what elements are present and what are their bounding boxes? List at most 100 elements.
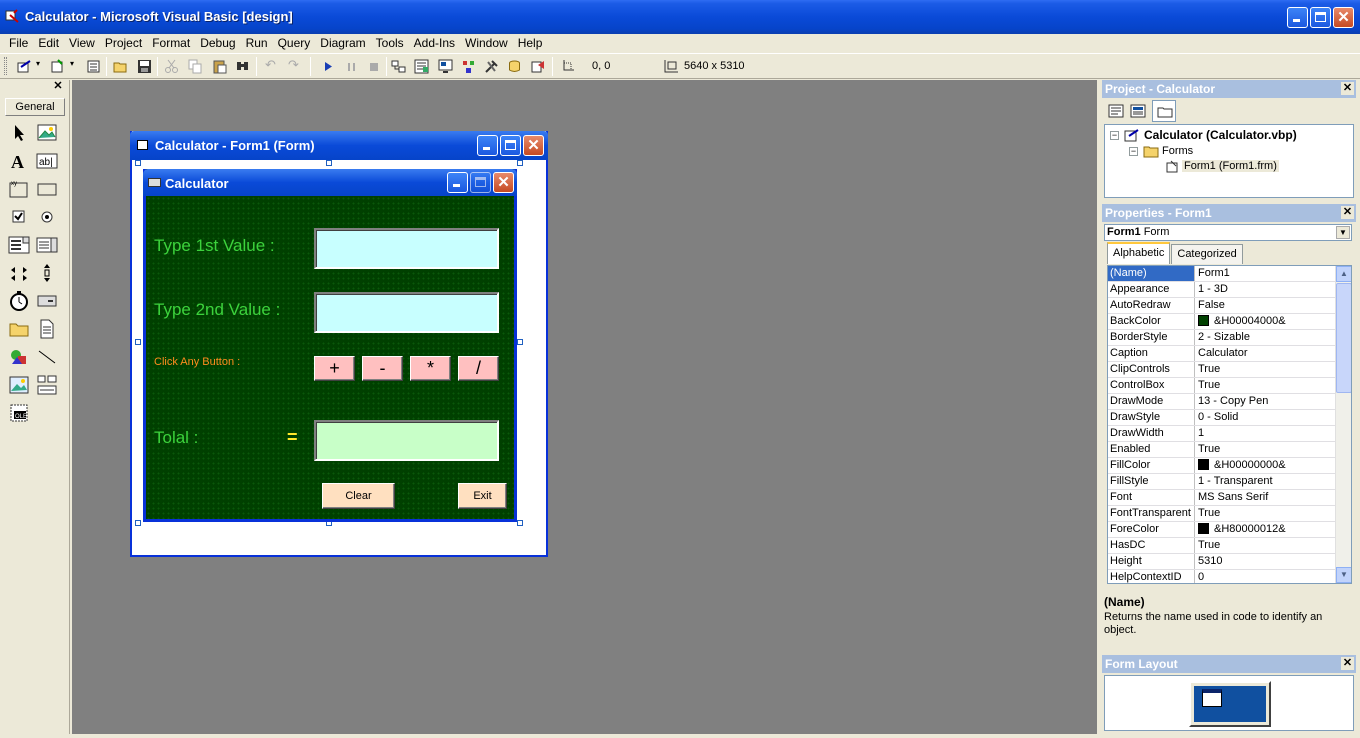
total-label[interactable]: Tolal : <box>154 428 198 448</box>
property-value[interactable]: True <box>1196 538 1336 553</box>
property-value[interactable]: Calculator <box>1196 346 1336 361</box>
form-maximize-button[interactable] <box>470 172 491 193</box>
toolbar-grip[interactable] <box>4 57 7 75</box>
frame-icon[interactable]: xy <box>8 178 30 200</box>
menu-add-ins[interactable]: Add-Ins <box>409 34 460 52</box>
project-close-icon[interactable]: ✕ <box>1341 82 1354 95</box>
property-row[interactable]: Caption Calculator <box>1108 346 1336 362</box>
copy-icon[interactable] <box>188 59 203 74</box>
close-button[interactable]: ✕ <box>1333 7 1354 28</box>
property-value[interactable]: True <box>1196 442 1336 457</box>
property-row[interactable]: Enabled True <box>1108 442 1336 458</box>
minimize-button[interactable] <box>1287 7 1308 28</box>
filelistbox-icon[interactable] <box>36 318 58 340</box>
property-row[interactable]: DrawMode 13 - Copy Pen <box>1108 394 1336 410</box>
property-row[interactable]: FillColor &H00000000& <box>1108 458 1336 474</box>
property-row[interactable]: FontTransparent True <box>1108 506 1336 522</box>
scroll-thumb[interactable] <box>1336 283 1351 393</box>
form-designer-window[interactable]: Calculator - Form1 (Form) ✕ Calculator ✕… <box>130 131 548 557</box>
menu-help[interactable]: Help <box>513 34 548 52</box>
checkbox-icon[interactable] <box>8 206 30 228</box>
property-row[interactable]: AutoRedraw False <box>1108 298 1336 314</box>
pointer-icon[interactable] <box>8 122 30 144</box>
maximize-button[interactable] <box>1310 7 1331 28</box>
form-layout-icon[interactable] <box>438 59 453 74</box>
tab-categorized[interactable]: Categorized <box>1171 244 1243 264</box>
commandbutton-icon[interactable] <box>36 178 58 200</box>
designer-title-bar[interactable]: Calculator - Form1 (Form) ✕ <box>130 131 548 160</box>
paste-icon[interactable] <box>212 59 227 74</box>
exit-button[interactable]: Exit <box>458 483 507 509</box>
property-row[interactable]: ControlBox True <box>1108 378 1336 394</box>
view-code-icon[interactable] <box>1108 103 1124 119</box>
dirlistbox-icon[interactable] <box>8 318 30 340</box>
project-tree[interactable]: − Calculator (Calculator.vbp) − Forms Fo… <box>1104 124 1354 198</box>
data-icon[interactable] <box>36 374 58 396</box>
clear-button[interactable]: Clear <box>322 483 395 509</box>
form-close-button[interactable]: ✕ <box>493 172 514 193</box>
combobox-icon[interactable] <box>8 234 30 256</box>
dropdown-arrow-icon[interactable]: ▾ <box>70 59 74 68</box>
add-project-icon[interactable] <box>17 59 32 74</box>
line-icon[interactable] <box>36 346 58 368</box>
property-scrollbar[interactable]: ▲ ▼ <box>1335 266 1351 583</box>
property-value[interactable]: 1 <box>1196 426 1336 441</box>
form-layout-area[interactable] <box>1104 675 1354 731</box>
property-value[interactable]: 13 - Copy Pen <box>1196 394 1336 409</box>
undo-icon[interactable]: ↶ <box>265 57 276 73</box>
view-object-icon[interactable] <box>1130 103 1146 119</box>
form-title-bar[interactable]: Calculator ✕ <box>143 169 517 196</box>
property-row[interactable]: DrawStyle 0 - Solid <box>1108 410 1336 426</box>
label-icon[interactable]: A <box>8 150 30 172</box>
break-icon[interactable] <box>344 59 359 74</box>
property-value[interactable]: 1 - 3D <box>1196 282 1336 297</box>
resize-handle[interactable] <box>517 339 523 345</box>
property-value[interactable]: True <box>1196 378 1336 393</box>
shape-icon[interactable] <box>8 346 30 368</box>
toolbox-icon[interactable] <box>484 59 499 74</box>
hscrollbar-icon[interactable] <box>8 262 30 284</box>
property-value[interactable]: True <box>1196 506 1336 521</box>
property-value[interactable]: 0 - Solid <box>1196 410 1336 425</box>
form-layout-close-icon[interactable]: ✕ <box>1341 657 1354 670</box>
cut-icon[interactable] <box>164 59 179 74</box>
property-value[interactable]: True <box>1196 362 1336 377</box>
property-value[interactable]: &H00000000& <box>1196 458 1336 473</box>
designer-maximize-button[interactable] <box>500 135 521 156</box>
vb-app-icon[interactable] <box>5 9 19 23</box>
menu-debug[interactable]: Debug <box>195 34 240 52</box>
listbox-icon[interactable] <box>36 234 58 256</box>
property-value[interactable]: MS Sans Serif <box>1196 490 1336 505</box>
property-row[interactable]: ClipControls True <box>1108 362 1336 378</box>
dropdown-arrow-icon[interactable]: ▾ <box>36 59 40 68</box>
picturebox-icon[interactable] <box>36 122 58 144</box>
multiply-button[interactable]: * <box>410 356 451 381</box>
menu-window[interactable]: Window <box>460 34 513 52</box>
second-value-label[interactable]: Type 2nd Value : <box>154 300 280 320</box>
resize-handle[interactable] <box>517 160 523 166</box>
main-title-bar[interactable]: Calculator - Microsoft Visual Basic [des… <box>0 0 1360 34</box>
scroll-down-icon[interactable]: ▼ <box>1336 567 1351 583</box>
tree-forms-folder[interactable]: Forms <box>1162 145 1193 157</box>
second-value-input[interactable] <box>314 292 499 333</box>
find-icon[interactable] <box>235 59 250 74</box>
subtract-button[interactable]: - <box>362 356 403 381</box>
property-value[interactable]: 5310 <box>1196 554 1336 569</box>
data-view-icon[interactable] <box>507 59 522 74</box>
object-selector[interactable]: Form1 Form ▼ <box>1104 224 1352 241</box>
ole-icon[interactable]: OLE <box>8 402 30 424</box>
property-row[interactable]: BackColor &H00004000& <box>1108 314 1336 330</box>
tree-form1-file[interactable]: Form1 (Form1.frm) <box>1182 160 1279 172</box>
calculator-form[interactable]: Calculator ✕ Type 1st Value : Type 2nd V… <box>143 169 517 522</box>
property-row[interactable]: Height 5310 <box>1108 554 1336 570</box>
property-row[interactable]: Font MS Sans Serif <box>1108 490 1336 506</box>
add-form-icon[interactable] <box>50 59 65 74</box>
project-explorer-icon[interactable] <box>391 59 406 74</box>
menu-edit[interactable]: Edit <box>33 34 64 52</box>
menu-editor-icon[interactable] <box>86 59 101 74</box>
menu-query[interactable]: Query <box>273 34 316 52</box>
properties-close-icon[interactable]: ✕ <box>1341 206 1354 219</box>
tab-alphabetic[interactable]: Alphabetic <box>1107 242 1171 264</box>
collapse-icon[interactable]: − <box>1129 147 1138 156</box>
optionbutton-icon[interactable] <box>36 206 58 228</box>
